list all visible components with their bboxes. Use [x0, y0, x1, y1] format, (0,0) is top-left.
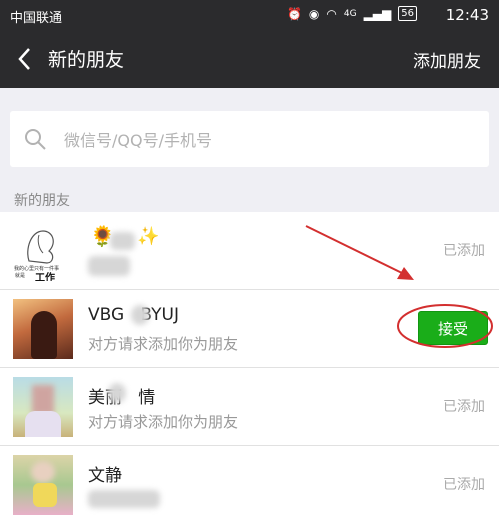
avatar-caption: 工作: [35, 273, 55, 281]
friend-request-item[interactable]: 美丽 情 对方请求添加你为朋友 已添加: [0, 368, 499, 446]
accept-button[interactable]: 接受: [418, 311, 488, 345]
friend-request-item[interactable]: VBG BYUJ 对方请求添加你为朋友 接受: [0, 290, 499, 368]
battery-icon: 56: [398, 6, 417, 21]
friend-request-item[interactable]: 我的心里只有一件事 就是 工作 🌻 ✨ 已添加: [0, 212, 499, 290]
friend-name: 文静: [88, 466, 122, 486]
avatar-figure: [31, 311, 57, 359]
avatar: [13, 455, 73, 515]
avatar-figure: [33, 483, 57, 507]
add-friend-button[interactable]: 添加朋友: [413, 47, 481, 72]
search-icon: [25, 129, 46, 150]
redacted-block: [110, 232, 135, 250]
request-message: 对方请求添加你为朋友: [88, 413, 239, 431]
carrier-label: 中国联通: [10, 11, 63, 26]
back-arrow-icon[interactable]: [14, 44, 36, 74]
network-type-label: 4G: [343, 8, 357, 19]
added-status: 已添加: [443, 243, 485, 259]
signal-icon: ▂▄▆: [363, 6, 392, 21]
clock: 12:43: [445, 6, 489, 24]
friend-request-item[interactable]: 文静 已添加: [0, 446, 499, 523]
nav-bar: 新的朋友 添加朋友: [0, 30, 499, 88]
page-title: 新的朋友: [48, 49, 125, 71]
redacted-block: [88, 256, 130, 276]
added-status: 已添加: [443, 399, 485, 415]
section-header: 新的朋友: [14, 193, 70, 209]
request-message: 对方请求添加你为朋友: [88, 335, 239, 353]
avatar: 我的心里只有一件事 就是 工作: [13, 221, 73, 281]
redacted-block: [131, 305, 149, 325]
friend-request-list: 我的心里只有一件事 就是 工作 🌻 ✨ 已添加 VBG BYUJ 对方请求添加你…: [0, 212, 499, 523]
wifi-icon: ◠: [326, 6, 337, 21]
avatar-figure: [25, 411, 61, 437]
redacted-block: [108, 383, 126, 403]
sparkle-icon: ✨: [137, 226, 160, 247]
avatar: [13, 299, 73, 359]
redacted-block: [88, 490, 160, 508]
eye-icon: ◉: [308, 6, 320, 21]
avatar-figure: [31, 461, 55, 483]
avatar-caption: 就是: [15, 273, 26, 279]
status-bar: 中国联通 ⏰ ◉ ◠ 4G ▂▄▆ 56 12:43: [0, 0, 499, 30]
added-status: 已添加: [443, 477, 485, 493]
search-box[interactable]: [10, 111, 489, 167]
status-icons: ⏰ ◉ ◠ 4G ▂▄▆ 56: [287, 6, 417, 21]
search-input[interactable]: [62, 124, 466, 156]
alarm-icon: ⏰: [286, 6, 302, 21]
avatar: [13, 377, 73, 437]
